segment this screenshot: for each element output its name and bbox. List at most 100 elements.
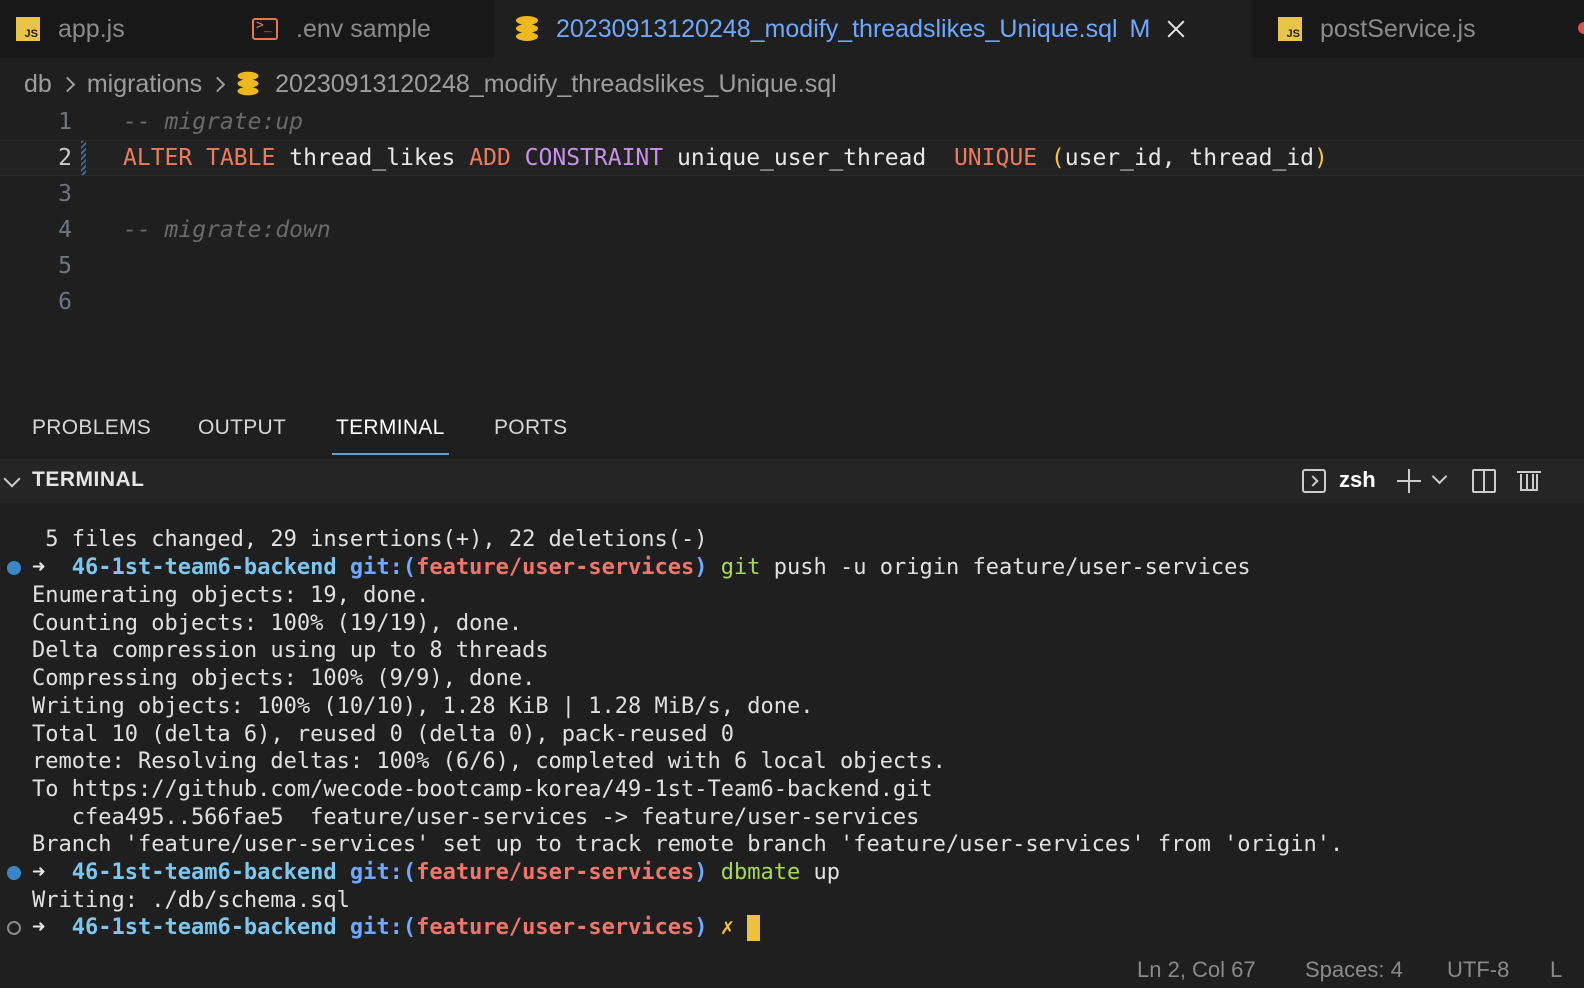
sql-statement: ALTER TABLE thread_likes ADD CONSTRAINT …: [123, 145, 1328, 171]
terminal-shell-name[interactable]: zsh: [1339, 467, 1376, 493]
line-number: 3: [58, 181, 72, 207]
prompt-project: 46-1st-team6-backend: [71, 555, 337, 580]
terminal-file-icon: [252, 18, 278, 40]
terminal-line: Counting objects: 100% (19/19), done.: [32, 611, 523, 636]
terminal-line: Writing objects: 100% (10/10), 1.28 KiB …: [32, 694, 814, 719]
command-status-dot: [7, 866, 21, 880]
prompt-git-close: ): [694, 555, 708, 580]
breadcrumb-item-file[interactable]: 20230913120248_modify_threadslikes_Uniqu…: [275, 70, 837, 99]
status-bar: Ln 2, Col 67 Spaces: 4 UTF-8 L: [0, 957, 1584, 988]
sql-comment: -- migrate:up: [123, 109, 304, 135]
command-status-dot: [7, 561, 21, 575]
prompt-arrow: ➜: [32, 555, 46, 580]
tab-output[interactable]: OUTPUT: [198, 405, 286, 451]
status-eol[interactable]: L: [1550, 957, 1562, 983]
terminal-prompt-line: ➜ 46-1st-team6-backend git:(feature/user…: [32, 859, 840, 887]
code-editor[interactable]: 1 -- migrate:up 2 ALTER TABLE thread_lik…: [0, 104, 1584, 404]
sql-keyword: ADD: [469, 145, 511, 171]
terminal-header: TERMINAL zsh: [0, 459, 1584, 503]
tab-label: postService.js: [1320, 14, 1476, 43]
terminal-shell-icon[interactable]: [1302, 469, 1326, 493]
code-line[interactable]: 3: [0, 176, 1584, 212]
kill-terminal-trash-icon[interactable]: [1517, 469, 1541, 491]
terminal-section-title[interactable]: TERMINAL: [32, 468, 145, 492]
prompt-git: git:(: [349, 915, 417, 940]
command-status-dot: [7, 921, 21, 935]
terminal-line: To https://github.com/wecode-bootcamp-ko…: [32, 777, 933, 802]
tab-problems[interactable]: PROBLEMS: [32, 405, 151, 451]
panel-tab-bar: PROBLEMS OUTPUT TERMINAL PORTS: [0, 405, 1584, 459]
terminal-cursor[interactable]: [747, 915, 761, 941]
terminal-output[interactable]: 5 files changed, 29 insertions(+), 22 de…: [0, 503, 1584, 961]
overflow-tab-indicator: [1578, 22, 1584, 34]
sql-columns: user_id, thread_id: [1064, 145, 1315, 171]
prompt-git: git:(: [349, 555, 417, 580]
tab-terminal[interactable]: TERMINAL: [332, 405, 449, 455]
tab-ports[interactable]: PORTS: [494, 405, 567, 451]
sql-keyword: CONSTRAINT: [524, 145, 664, 171]
command-name: dbmate: [720, 860, 801, 885]
code-line[interactable]: 1 -- migrate:up: [0, 104, 1584, 140]
sql-identifier: thread_likes: [289, 145, 456, 171]
code-line[interactable]: 4 -- migrate:down: [0, 212, 1584, 248]
sql-identifier: unique_user_thread: [677, 145, 927, 171]
editor-tab-bar: JS app.js .env sample 20230913120248_mod…: [0, 0, 1584, 58]
tab-sql-migration[interactable]: 20230913120248_modify_threadslikes_Uniqu…: [494, 0, 1252, 58]
breadcrumb: db migrations 20230913120248_modify_thre…: [24, 66, 837, 102]
database-file-icon: [237, 71, 259, 97]
command-args: up: [813, 860, 841, 885]
prompt-git: git:(: [349, 860, 417, 885]
code-line[interactable]: 5: [0, 248, 1584, 284]
tab-postservice-js[interactable]: JS postService.js: [1278, 0, 1476, 58]
paren: ): [1314, 145, 1328, 171]
prompt-branch: feature/user-services: [416, 860, 695, 885]
line-number: 6: [58, 289, 72, 315]
sql-keyword: ALTER: [123, 145, 193, 171]
tab-env-sample[interactable]: .env sample: [252, 0, 431, 58]
status-cursor-position[interactable]: Ln 2, Col 67: [1137, 957, 1256, 983]
chevron-right-icon: [209, 76, 226, 92]
terminal-line: cfea495..566fae5 feature/user-services -…: [32, 805, 920, 830]
new-terminal-plus-icon[interactable]: [1397, 469, 1421, 493]
line-number: 5: [58, 253, 72, 279]
terminal-line: remote: Resolving deltas: 100% (6/6), co…: [32, 749, 946, 774]
terminal-line: Total 10 (delta 6), reused 0 (delta 0), …: [32, 722, 734, 747]
chevron-down-icon[interactable]: [3, 470, 21, 488]
terminal-dropdown-chevron-icon[interactable]: [1431, 468, 1448, 485]
tab-label: app.js: [58, 14, 125, 43]
prompt-arrow: ➜: [32, 860, 46, 885]
close-icon[interactable]: [1166, 19, 1186, 39]
code-line[interactable]: 6: [0, 284, 1584, 320]
code-line-current[interactable]: 2 ALTER TABLE thread_likes ADD CONSTRAIN…: [0, 140, 1584, 176]
js-file-icon: JS: [16, 17, 40, 41]
prompt-branch: feature/user-services: [416, 555, 695, 580]
prompt-git-close: ): [694, 860, 708, 885]
terminal-line: Branch 'feature/user-services' set up to…: [32, 832, 1344, 857]
modified-indicator: M: [1129, 14, 1151, 43]
tab-app-js[interactable]: JS app.js: [16, 0, 125, 58]
js-file-icon: JS: [1278, 17, 1302, 41]
line-number: 2: [58, 145, 72, 171]
breadcrumb-item-migrations[interactable]: migrations: [87, 70, 202, 99]
terminal-line: Writing: ./db/schema.sql: [32, 888, 350, 913]
sql-keyword: UNIQUE: [953, 145, 1038, 171]
split-terminal-icon[interactable]: [1472, 469, 1496, 493]
tab-label: .env sample: [296, 14, 431, 43]
prompt-git-close: ): [694, 915, 708, 940]
line-number: 4: [58, 217, 72, 243]
status-encoding[interactable]: UTF-8: [1447, 957, 1509, 983]
chevron-right-icon: [59, 76, 76, 92]
database-file-icon: [516, 16, 538, 42]
command-args: push -u origin feature/user-services: [773, 555, 1251, 580]
terminal-line: Delta compression using up to 8 threads: [32, 638, 549, 663]
terminal-prompt-line[interactable]: ➜ 46-1st-team6-backend git:(feature/user…: [32, 914, 761, 942]
status-indentation[interactable]: Spaces: 4: [1305, 957, 1403, 983]
command-name: git: [720, 555, 761, 580]
sql-keyword: TABLE: [206, 145, 276, 171]
prompt-branch: feature/user-services: [416, 915, 695, 940]
terminal-line: Enumerating objects: 19, done.: [32, 583, 430, 608]
prompt-dirty-mark: ✗: [720, 915, 735, 940]
prompt-arrow: ➜: [32, 915, 46, 940]
breadcrumb-item-db[interactable]: db: [24, 70, 52, 99]
line-number: 1: [58, 109, 72, 135]
